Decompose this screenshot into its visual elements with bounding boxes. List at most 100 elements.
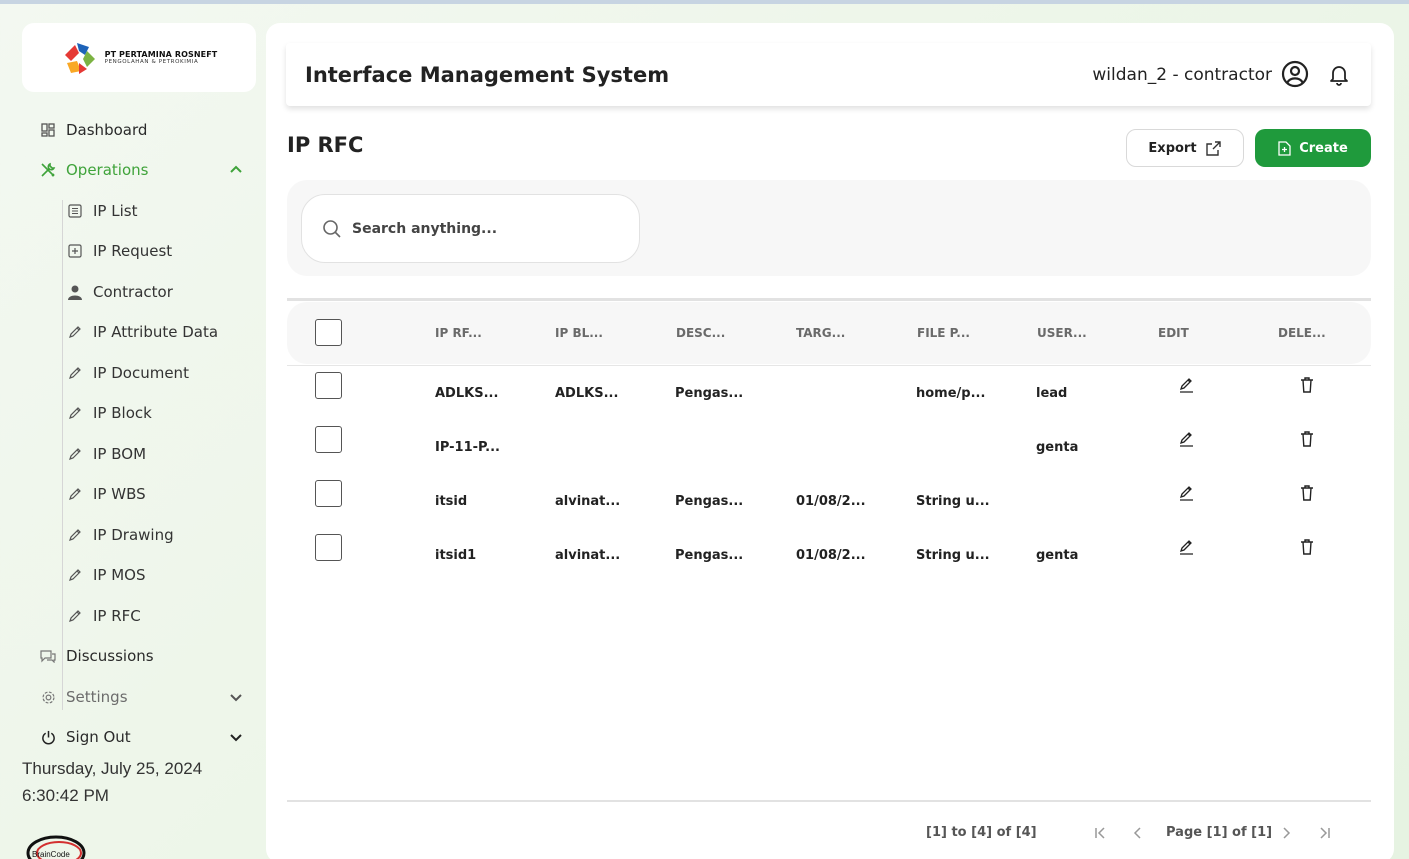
column-header-edit: EDIT [1158, 326, 1189, 340]
sidebar-item-ip-wbs[interactable]: IP WBS [22, 476, 256, 512]
sidebar-item-label: Contractor [93, 283, 173, 301]
sidebar-item-label: Operations [66, 161, 149, 179]
chevron-down-icon[interactable] [228, 689, 244, 705]
company-logo-card[interactable]: PT PERTAMINA ROSNEFT PENGOLAHAN & PETROK… [22, 23, 256, 92]
search-icon [323, 219, 341, 238]
cell-user: genta [1036, 440, 1079, 455]
gear-icon [40, 689, 56, 705]
sidebar-item-ip-document[interactable]: IP Document [22, 355, 256, 391]
sidebar-item-ip-block[interactable]: IP Block [22, 395, 256, 431]
cell-ip-rfc: itsid1 [435, 548, 477, 563]
sidebar-item-ip-list[interactable]: IP List [22, 193, 256, 229]
chat-icon [40, 648, 56, 664]
trash-icon[interactable] [1298, 376, 1316, 394]
sidebar-item-ip-rfc[interactable]: IP RFC [22, 598, 256, 634]
trash-icon[interactable] [1298, 484, 1316, 502]
pagination-range: [1] to [4] of [4] [926, 825, 1037, 840]
user-name: wildan_2 - contractor [1092, 64, 1272, 85]
column-header-file-path[interactable]: FILE P... [917, 326, 970, 340]
sidebar-item-label: IP List [93, 202, 138, 220]
cell-ip-rfc: itsid [435, 494, 468, 509]
cell-file-path: String u... [916, 494, 990, 509]
sidebar-item-settings[interactable]: Settings [22, 679, 256, 715]
previous-page-icon[interactable] [1129, 824, 1147, 842]
search-box[interactable] [301, 194, 640, 263]
edit-icon[interactable] [1178, 484, 1196, 502]
cell-ip-rfc: IP-11-P... [435, 440, 500, 455]
sidebar-item-label: Settings [66, 688, 128, 706]
column-header-user[interactable]: USER... [1037, 326, 1087, 340]
pen-icon [67, 324, 83, 340]
pertamina-logo-icon [64, 42, 95, 74]
sidebar-item-label: IP Block [93, 404, 152, 422]
chevron-down-icon[interactable] [228, 729, 244, 745]
sidebar-item-label: IP MOS [93, 566, 146, 584]
file-plus-icon [1278, 140, 1291, 156]
sidebar-item-ip-attribute-data[interactable]: IP Attribute Data [22, 314, 256, 350]
export-button[interactable]: Export [1126, 129, 1244, 167]
first-page-icon[interactable] [1091, 824, 1109, 842]
column-header-ip-block[interactable]: IP BL... [555, 326, 603, 340]
bell-icon[interactable] [1327, 62, 1351, 86]
cell-file-path: String u... [916, 548, 990, 563]
cell-ip-block: alvinat... [555, 494, 621, 509]
row-checkbox[interactable] [315, 534, 342, 561]
sidebar-item-label: IP RFC [93, 607, 141, 625]
create-button[interactable]: Create [1255, 129, 1371, 167]
column-header-target[interactable]: TARG... [796, 326, 845, 340]
pen-icon [67, 486, 83, 502]
sidebar-item-discussions[interactable]: Discussions [22, 638, 256, 674]
sidebar-item-label: Sign Out [66, 728, 131, 746]
external-link-icon [1205, 140, 1221, 156]
cell-description: Pengas... [675, 494, 744, 509]
create-button-label: Create [1299, 140, 1348, 156]
current-date: Thursday, July 25, 2024 [22, 759, 203, 778]
pen-icon [67, 365, 83, 381]
sidebar-item-ip-request[interactable]: IP Request [22, 233, 256, 269]
current-datetime: Thursday, July 25, 2024 6:30:42 PM [22, 755, 202, 809]
select-all-checkbox[interactable] [315, 319, 342, 346]
column-header-ip-rfc[interactable]: IP RF... [435, 326, 482, 340]
pagination-page-label: Page [1] of [1] [1166, 825, 1273, 840]
trash-icon[interactable] [1298, 430, 1316, 448]
sidebar-item-ip-drawing[interactable]: IP Drawing [22, 517, 256, 553]
pen-icon [67, 527, 83, 543]
sidebar-item-dashboard[interactable]: Dashboard [22, 112, 256, 148]
cell-target: 01/08/2... [796, 494, 866, 509]
company-name-line1: PT PERTAMINA ROSNEFT [104, 50, 218, 59]
row-checkbox[interactable] [315, 372, 342, 399]
sidebar-item-ip-mos[interactable]: IP MOS [22, 557, 256, 593]
edit-icon[interactable] [1178, 430, 1196, 448]
sidebar-item-label: IP Drawing [93, 526, 174, 544]
cell-user: genta [1036, 548, 1079, 563]
sidebar-item-label: IP WBS [93, 485, 146, 503]
pen-icon [67, 608, 83, 624]
window-top-edge [0, 0, 1409, 4]
sidebar-item-label: IP BOM [93, 445, 147, 463]
main-panel: Interface Management System wildan_2 - c… [266, 23, 1394, 859]
dashboard-icon [40, 122, 56, 138]
next-page-icon[interactable] [1277, 824, 1295, 842]
edit-icon[interactable] [1178, 376, 1196, 394]
trash-icon[interactable] [1298, 538, 1316, 556]
column-header-description[interactable]: DESC... [676, 326, 725, 340]
sidebar-item-operations[interactable]: Operations [22, 152, 256, 188]
sidebar-item-ip-bom[interactable]: IP BOM [22, 436, 256, 472]
chevron-up-icon[interactable] [228, 162, 244, 178]
column-header-delete: DELE... [1278, 326, 1326, 340]
braincode-logo-text: BrainCode [32, 850, 70, 859]
table-bottom-divider [287, 800, 1371, 802]
sidebar-item-sign-out[interactable]: Sign Out [22, 719, 256, 755]
cell-target: 01/08/2... [796, 548, 866, 563]
last-page-icon[interactable] [1316, 824, 1334, 842]
sidebar-item-label: Discussions [66, 647, 154, 665]
power-icon [40, 729, 56, 745]
edit-icon[interactable] [1178, 538, 1196, 556]
search-input[interactable] [352, 220, 612, 237]
row-checkbox[interactable] [315, 426, 342, 453]
sidebar-item-contractor[interactable]: Contractor [22, 274, 256, 310]
row-checkbox[interactable] [315, 480, 342, 507]
pen-icon [67, 446, 83, 462]
user-circle-icon[interactable] [1281, 60, 1309, 88]
plus-square-icon [67, 243, 83, 259]
